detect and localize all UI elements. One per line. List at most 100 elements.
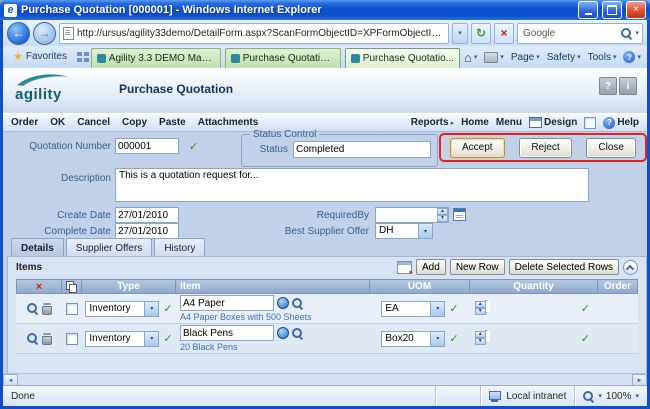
url-box[interactable]: http://ursus/agility33demo/DetailForm.as… bbox=[59, 23, 449, 44]
uom-select[interactable]: EA ▾ bbox=[381, 301, 445, 317]
status-input[interactable] bbox=[293, 141, 431, 158]
delete-row-icon[interactable] bbox=[42, 333, 52, 345]
toolbar-item-paste[interactable]: Paste bbox=[159, 117, 186, 128]
complete-date-input[interactable] bbox=[115, 223, 179, 239]
quotation-number-label: Quotation Number bbox=[9, 141, 111, 152]
close-button[interactable]: Close bbox=[586, 138, 636, 158]
table-row: Inventory ▾ ✓ A4 Paper Boxes with 500 Sh… bbox=[16, 294, 638, 324]
dropdown-arrow-icon[interactable]: ▾ bbox=[430, 302, 444, 316]
item-input[interactable] bbox=[180, 325, 274, 341]
quantity-stepper[interactable]: ▲▼ bbox=[485, 331, 577, 347]
app-help-button[interactable]: ? bbox=[599, 77, 617, 95]
quantity-stepper[interactable]: ▲▼ bbox=[485, 301, 577, 317]
forward-button[interactable]: → bbox=[33, 22, 56, 45]
dropdown-arrow-icon[interactable]: ▾ bbox=[144, 302, 158, 316]
tools-menu[interactable]: Tools ▾ bbox=[588, 52, 617, 63]
table-header-row: × Type Item UOM Quantity Order bbox=[16, 279, 638, 294]
valid-check-icon: ✓ bbox=[163, 332, 172, 345]
page-menu[interactable]: Page ▾ bbox=[511, 52, 540, 63]
lookup-globe-icon[interactable] bbox=[277, 297, 289, 309]
status-empty-segment bbox=[435, 386, 480, 406]
ie-help-menu[interactable]: ? ▾ bbox=[623, 51, 641, 63]
accept-button[interactable]: Accept bbox=[450, 138, 505, 158]
item-search-icon[interactable] bbox=[292, 328, 303, 339]
delete-selected-rows-button[interactable]: Delete Selected Rows bbox=[509, 259, 619, 275]
search-input[interactable] bbox=[521, 27, 618, 40]
tab-history[interactable]: History bbox=[154, 238, 205, 257]
description-input[interactable]: This is a quotation request for... bbox=[115, 168, 589, 202]
toolbar-item-menu[interactable]: Menu bbox=[496, 117, 522, 128]
browser-tab-3-active[interactable]: Purchase Quotatio... bbox=[345, 48, 460, 68]
type-select[interactable]: Inventory ▾ bbox=[85, 301, 159, 317]
row-checkbox[interactable] bbox=[66, 303, 78, 315]
zoom-control[interactable]: ▾ 100% ▾ bbox=[574, 386, 647, 406]
new-row-button[interactable]: New Row bbox=[450, 259, 505, 275]
toolbar-item-reports[interactable]: Reports ▸ bbox=[411, 117, 454, 128]
home-button[interactable]: ⌂ ▾ bbox=[464, 51, 477, 64]
toolbar-item-home[interactable]: Home bbox=[461, 117, 489, 128]
print-button[interactable]: ▾ bbox=[484, 52, 504, 63]
search-icon[interactable] bbox=[621, 28, 632, 39]
refresh-button[interactable]: ↻ bbox=[471, 23, 491, 44]
grid-menu-icon[interactable] bbox=[397, 261, 412, 274]
close-window-button[interactable]: × bbox=[626, 1, 646, 19]
calendar-icon[interactable] bbox=[453, 208, 466, 221]
quotation-number-input[interactable] bbox=[115, 138, 179, 154]
best-supplier-offer-select[interactable]: DH ▾ bbox=[375, 223, 433, 239]
reject-button[interactable]: Reject bbox=[519, 138, 571, 158]
spinner-icon[interactable]: ▲▼ bbox=[475, 301, 486, 312]
toolbar-item-copy[interactable]: Copy bbox=[122, 117, 147, 128]
url-dropdown-icon[interactable]: ▾ bbox=[452, 23, 468, 44]
spinner-icon[interactable]: ▲▼ bbox=[437, 208, 448, 222]
complete-date-label: Complete Date bbox=[9, 226, 111, 237]
spinner-icon[interactable]: ▲▼ bbox=[475, 331, 486, 342]
toolbar-item-cancel[interactable]: Cancel bbox=[77, 117, 110, 128]
app-info-button[interactable]: i bbox=[619, 77, 637, 95]
tab-favicon bbox=[97, 54, 106, 63]
browser-tab-2[interactable]: Purchase Quotations bbox=[225, 48, 341, 68]
toolbar-item-order[interactable]: Order bbox=[11, 117, 38, 128]
item-input[interactable] bbox=[180, 295, 274, 311]
toolbar-item-help[interactable]: ? Help bbox=[603, 117, 639, 129]
command-bar: ⌂ ▾ ▾ Page ▾ Safety ▾ Tools ▾ ? ▾ bbox=[464, 46, 643, 68]
table-row: Inventory ▾ ✓ 20 Black Pens bbox=[16, 324, 638, 354]
design-checkbox[interactable] bbox=[584, 117, 596, 129]
url-text: http://ursus/agility33demo/DetailForm.as… bbox=[77, 28, 445, 39]
design-icon bbox=[529, 117, 542, 128]
tab-details[interactable]: Details bbox=[11, 238, 64, 257]
browser-tab-1[interactable]: Agility 3.3 DEMO Mast... bbox=[91, 48, 221, 68]
dropdown-arrow-icon[interactable]: ▾ bbox=[144, 332, 158, 346]
type-select[interactable]: Inventory ▾ bbox=[85, 331, 159, 347]
uom-select[interactable]: Box20 ▾ bbox=[381, 331, 445, 347]
minimize-button[interactable] bbox=[578, 1, 598, 19]
preview-row-icon[interactable] bbox=[27, 303, 38, 314]
row-checkbox[interactable] bbox=[66, 333, 78, 345]
search-dropdown-icon[interactable]: ▾ bbox=[635, 29, 639, 37]
create-date-input[interactable] bbox=[115, 207, 179, 223]
tab-supplier-offers[interactable]: Supplier Offers bbox=[66, 238, 153, 257]
best-supplier-offer-label: Best Supplier Offer bbox=[263, 226, 369, 237]
back-button[interactable]: ← bbox=[7, 22, 30, 45]
order-cell bbox=[598, 294, 638, 324]
favorites-button[interactable]: ★ Favorites bbox=[7, 46, 73, 66]
maximize-button[interactable] bbox=[602, 1, 622, 19]
dropdown-arrow-icon[interactable]: ▾ bbox=[418, 224, 432, 238]
quick-tabs-icon[interactable] bbox=[77, 52, 87, 64]
preview-row-icon[interactable] bbox=[27, 333, 38, 344]
search-box[interactable]: ▾ bbox=[517, 23, 643, 44]
add-button[interactable]: Add bbox=[416, 259, 446, 275]
dropdown-arrow-icon[interactable]: ▾ bbox=[430, 332, 444, 346]
agility-logo: agility bbox=[15, 72, 105, 102]
toolbar-item-ok[interactable]: OK bbox=[50, 117, 65, 128]
toolbar-item-attachments[interactable]: Attachments bbox=[198, 117, 259, 128]
stop-button[interactable]: × bbox=[494, 23, 514, 44]
safety-menu[interactable]: Safety ▾ bbox=[547, 52, 581, 63]
collapse-chevron-icon[interactable] bbox=[623, 260, 638, 275]
home-icon: ⌂ bbox=[464, 51, 472, 64]
delete-row-icon[interactable] bbox=[42, 303, 52, 315]
item-search-icon[interactable] bbox=[292, 298, 303, 309]
toolbar-item-design[interactable]: Design bbox=[529, 117, 577, 128]
lookup-globe-icon[interactable] bbox=[277, 327, 289, 339]
ie-app-icon: e bbox=[4, 4, 17, 17]
required-by-input[interactable]: ▲▼ bbox=[375, 207, 449, 223]
